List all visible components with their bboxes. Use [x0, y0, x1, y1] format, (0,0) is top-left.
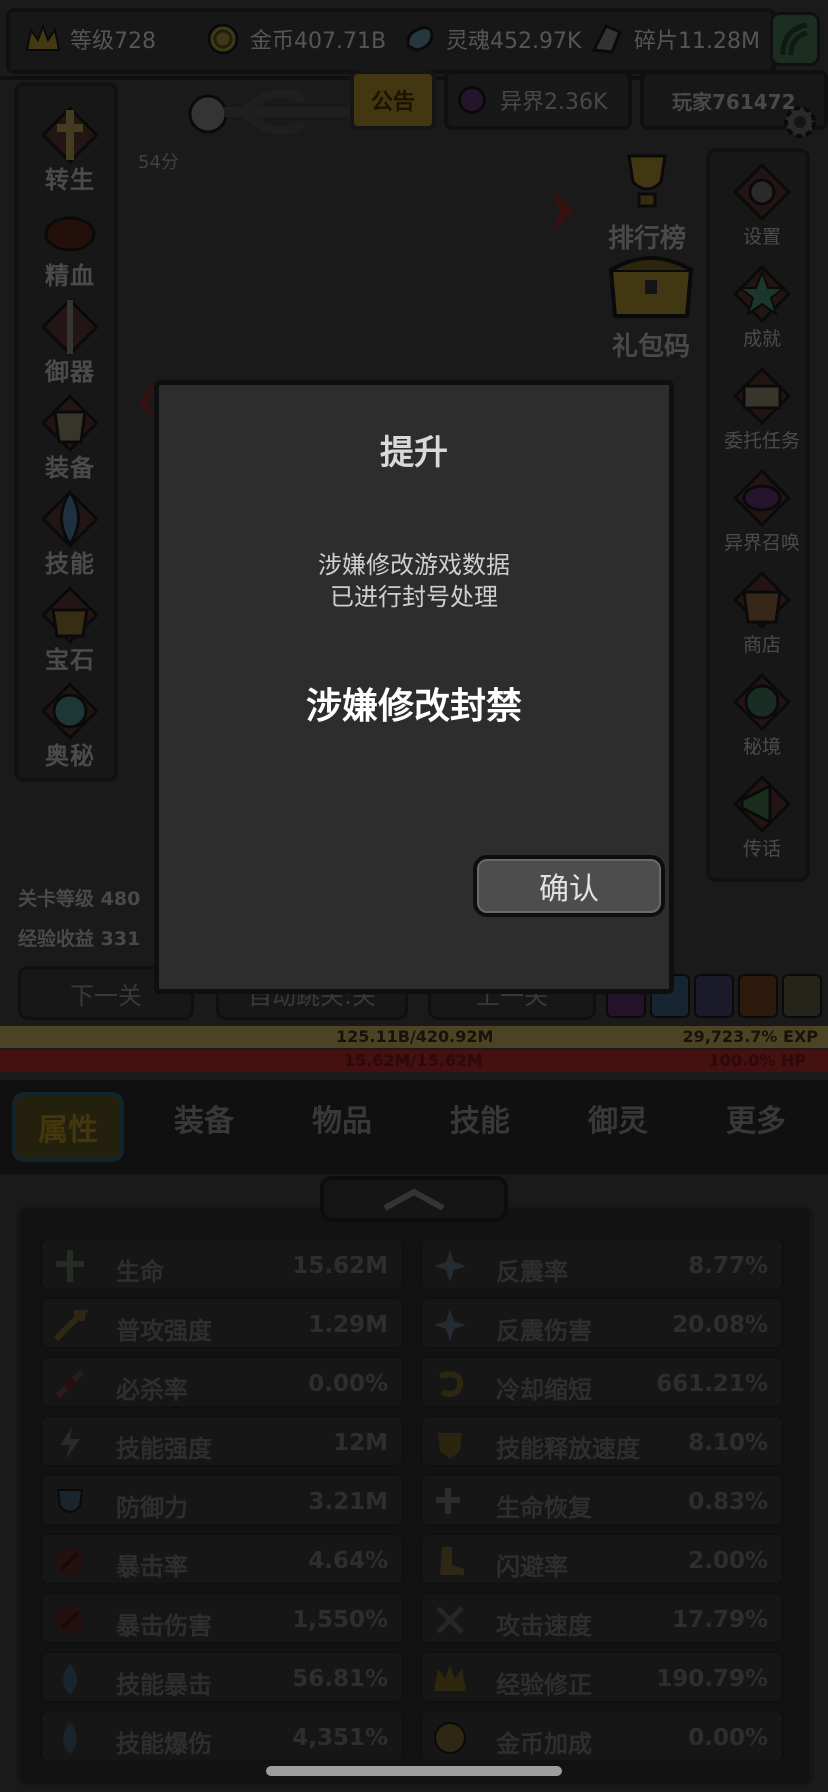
confirm-button[interactable]: 确认 — [473, 855, 665, 917]
ban-reason: 涉嫌修改封禁 — [305, 686, 522, 727]
dialog-title: 提升 — [380, 433, 448, 473]
dialog-message: 涉嫌修改游戏数据 已进行封号处理 — [318, 551, 510, 611]
ban-dialog: 提升 涉嫌修改游戏数据 已进行封号处理 涉嫌修改封禁 确认 — [154, 380, 674, 994]
